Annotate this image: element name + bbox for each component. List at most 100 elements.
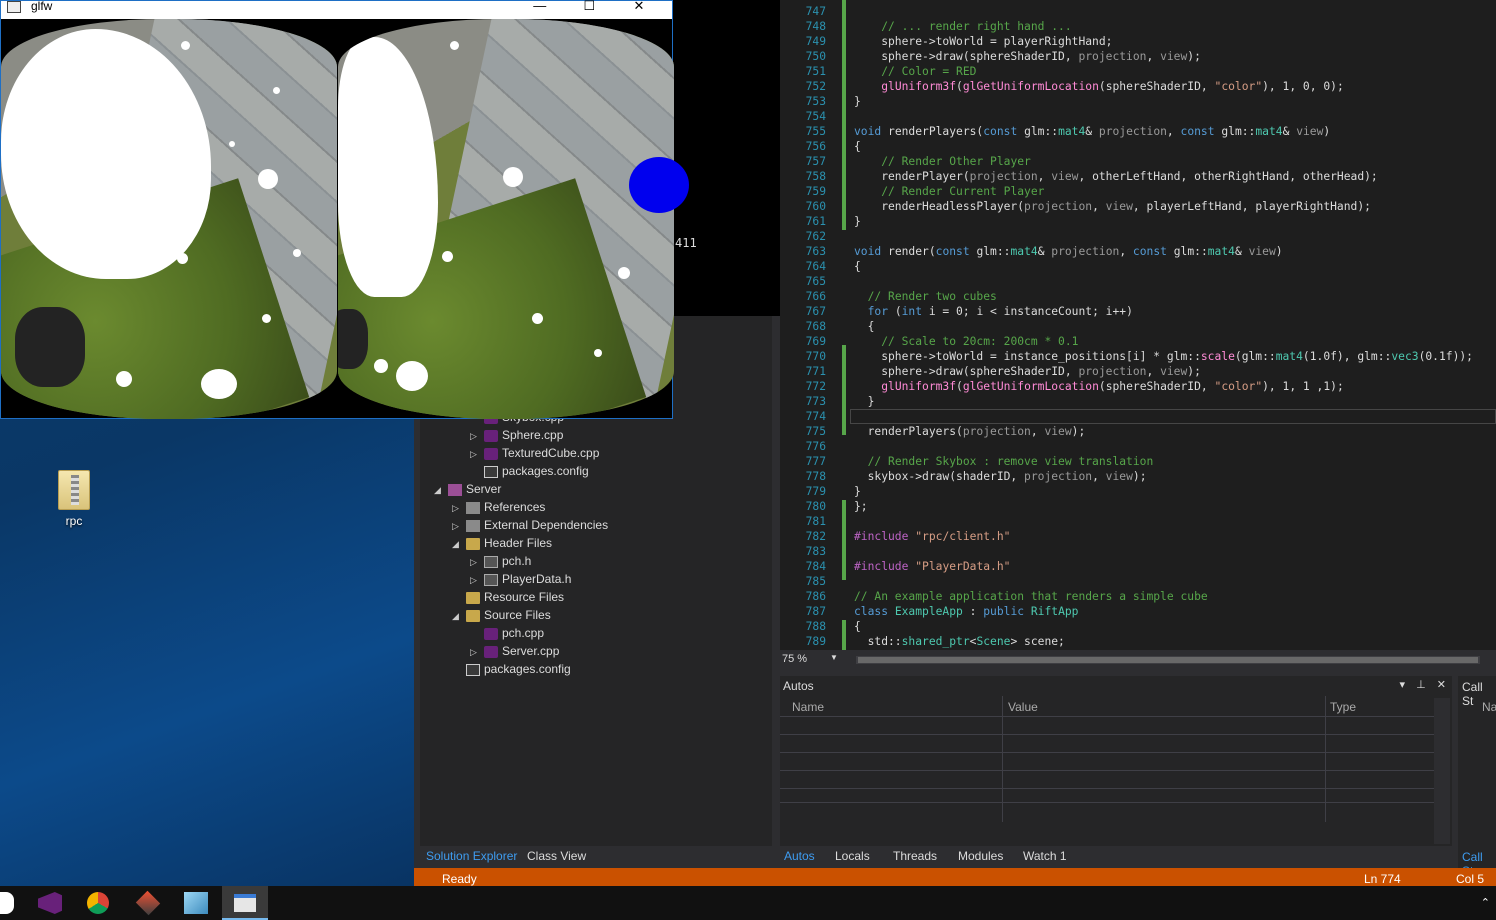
expand-arrow-icon[interactable]: ▷ [470,427,484,445]
panel-title: Autos [783,679,814,693]
expand-arrow-icon[interactable]: ◢ [452,607,466,625]
ref-file-icon [466,519,480,532]
pin-icon[interactable]: ⊥ [1416,679,1426,691]
divider [1325,696,1326,822]
visual-studio-icon[interactable] [38,892,62,914]
tree-item[interactable]: packages.config [470,462,589,480]
expand-arrow-icon[interactable]: ▷ [452,499,466,517]
column-type[interactable]: Type [1330,700,1356,714]
window-title-bar[interactable]: glfw — ☐ ✕ [1,0,672,19]
column-indicator: Col 5 [1456,872,1485,886]
code-text: void renderPlayers(const glm::mat4& proj… [854,125,1331,138]
line-number: 774 [805,410,826,423]
git-icon[interactable] [135,890,161,916]
white-sphere [181,41,190,50]
code-text: renderHeadlessPlayer(projection, view, p… [854,200,1371,213]
tree-item[interactable]: ▷ pch.h [470,552,531,570]
tab-call-stack[interactable]: Call St [1462,850,1496,868]
line-number: 785 [805,575,826,588]
expand-arrow-icon[interactable]: ▷ [470,643,484,661]
tab-locals[interactable]: Locals [835,849,870,863]
code-text: // ... render right hand ... [881,20,1072,33]
tab-autos[interactable]: Autos [784,849,815,863]
line-number: 759 [805,185,826,198]
expand-arrow-icon[interactable]: ▷ [470,445,484,463]
tab-class-view[interactable]: Class View [527,849,586,863]
cortana-icon[interactable] [0,892,14,914]
tree-item[interactable]: Resource Files [452,588,564,606]
h-file-icon [484,573,498,586]
tree-item[interactable]: pch.cpp [470,624,544,642]
code-text: std::shared_ptr<Scene> scene; [854,635,1065,648]
white-sphere [177,253,188,264]
chevron-down-icon[interactable]: ▼ [830,653,838,662]
code-text: class ExampleApp : public RiftApp [854,605,1079,618]
close-button[interactable]: ✕ [616,0,662,14]
code-text: #include "PlayerData.h" [854,560,1011,573]
controller-shadow [15,307,85,387]
glfw-window[interactable]: glfw — ☐ ✕ [0,0,689,419]
code-text: { [854,320,875,333]
line-number: 755 [805,125,826,138]
tree-item-label: Server.cpp [502,644,560,658]
expand-arrow-icon[interactable]: ◢ [434,481,448,499]
code-text: sphere->draw(sphereShaderID, projection,… [854,50,1201,63]
editor-bottom-bar: 75 % ▼ [780,650,1496,670]
tree-item-label: Header Files [484,536,553,550]
tab-solution-explorer[interactable]: Solution Explorer [426,849,517,863]
tree-item[interactable]: ▷ External Dependencies [452,516,608,534]
expand-arrow-icon[interactable]: ◢ [452,535,466,553]
tab-modules[interactable]: Modules [958,849,1003,863]
taskbar-active-app[interactable] [222,886,268,920]
column-value[interactable]: Value [1008,700,1038,714]
line-number: 779 [805,485,826,498]
line-number: 784 [805,560,826,573]
change-indicator [842,620,846,650]
maximize-button[interactable]: ☐ [566,0,612,14]
expand-arrow-icon[interactable]: ▷ [470,553,484,571]
chrome-icon[interactable] [87,892,109,914]
tab-watch-1[interactable]: Watch 1 [1023,849,1067,863]
tree-item[interactable]: ◢ Header Files [452,534,552,552]
divider [780,770,1434,771]
tree-item-label: External Dependencies [484,518,609,532]
blue-sphere [629,157,689,213]
code-text: sphere->toWorld = instance_positions[i] … [854,350,1473,363]
scrollbar-thumb[interactable] [858,657,1478,663]
chevron-up-icon[interactable]: ⌃ [1481,897,1490,909]
tree-item[interactable]: ▷ References [452,498,545,516]
cpp-file-icon [484,429,498,442]
tree-item[interactable]: ▷ PlayerData.h [470,570,571,588]
tree-item[interactable]: ◢ Server [434,480,501,498]
tab-threads[interactable]: Threads [893,849,937,863]
desktop-icon-rpc[interactable]: rpc [50,470,98,528]
minimize-button[interactable]: — [517,0,563,13]
code-editor[interactable]: 747 748 // ... render right hand ... 749 s… [780,0,1496,650]
line-number: 782 [805,530,826,543]
tree-item[interactable]: ▷ Sphere.cpp [470,426,563,444]
dropdown-icon[interactable]: ▾ [1400,679,1406,691]
proj-file-icon [448,483,462,496]
zoom-level[interactable]: 75 % [782,653,807,665]
expand-arrow-icon[interactable]: ▷ [470,571,484,589]
code-text: // Scale to 20cm: 200cm * 0.1 [881,335,1079,348]
code-text: } [854,95,861,108]
close-icon[interactable]: ✕ [1437,679,1446,691]
tree-item[interactable]: ◢ Source Files [452,606,551,624]
horizontal-scrollbar[interactable] [856,656,1480,664]
ref-file-icon [466,501,480,514]
notepad-icon[interactable] [184,892,208,914]
system-tray[interactable]: ⌃ [1481,896,1490,909]
tree-item[interactable]: packages.config [452,660,571,678]
window-title: glfw [31,0,53,13]
column-name[interactable]: Name [792,700,824,714]
tree-item[interactable]: ▷ TexturedCube.cpp [470,444,599,462]
line-number: 789 [805,635,826,648]
line-number: 770 [805,350,826,363]
line-number: 773 [805,395,826,408]
code-text: } [854,395,875,408]
expand-arrow-icon[interactable]: ▷ [452,517,466,535]
tree-item[interactable]: ▷ Server.cpp [470,642,559,660]
autos-panel: Autos ▾ ⊥ ✕ Name Value Type [780,676,1452,846]
autos-scrollbar[interactable] [1434,698,1450,844]
